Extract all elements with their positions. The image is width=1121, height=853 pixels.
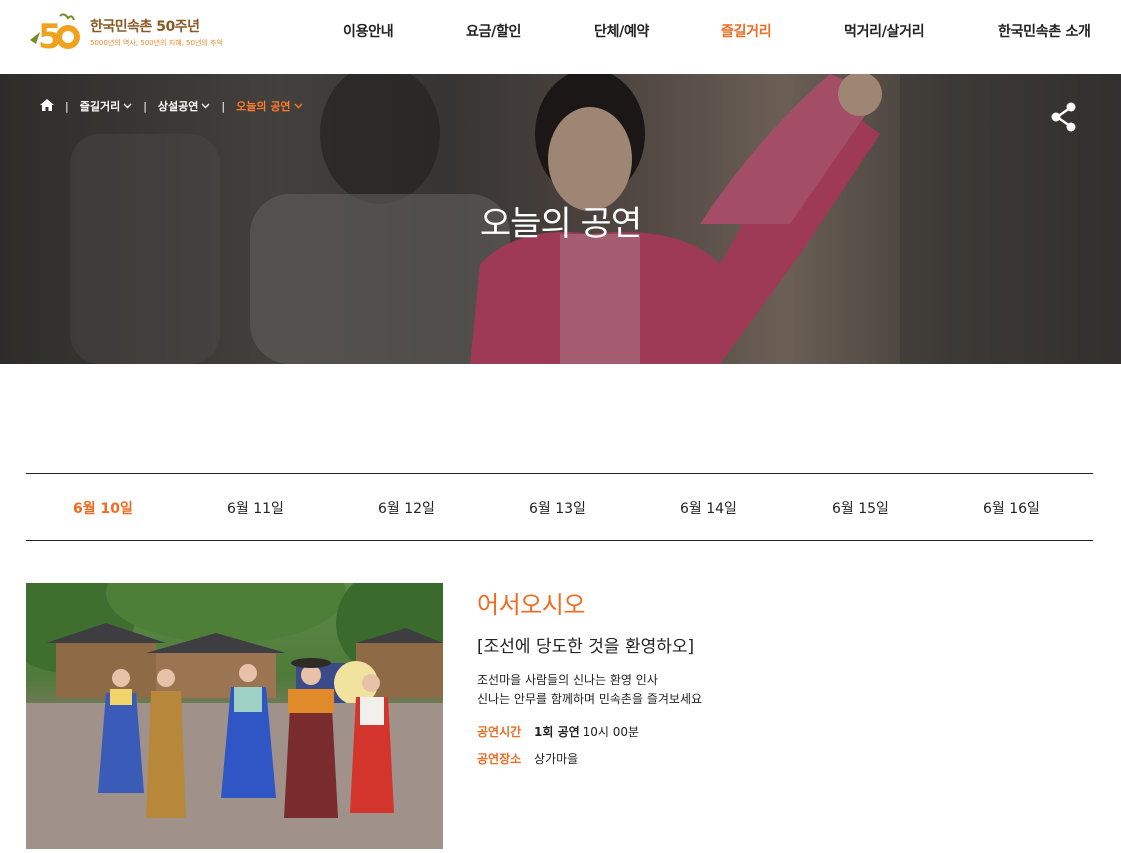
show-time-label: 공연시간 [477,725,522,739]
tab-date-5[interactable]: 6월 14일 [680,498,737,518]
show-place-row: 공연장소 상가마을 [477,750,1077,767]
chevron-down-icon [294,103,303,109]
chevron-down-icon [123,103,132,109]
tab-date-6[interactable]: 6월 15일 [832,498,889,518]
tab-date-1[interactable]: 6월 10일 [73,498,133,518]
share-icon[interactable] [1050,102,1078,132]
main-nav: 이용안내 요금/할인 단체/예약 즐길거리 먹거리/살거리 한국민속촌 소개 [0,21,1121,43]
nav-item-food-shop[interactable]: 먹거리/살거리 [844,21,925,41]
date-tabs: 6월 10일 6월 11일 6월 12일 6월 13일 6월 14일 6월 15… [26,473,1093,541]
nav-item-about[interactable]: 한국민속촌 소개 [998,21,1091,41]
show-time-value: 10시 00분 [582,725,640,739]
nav-item-fees[interactable]: 요금/할인 [466,21,521,41]
tab-date-4[interactable]: 6월 13일 [529,498,586,518]
show-time-row: 공연시간 1회 공연 10시 00분 [477,723,1077,740]
show-description: 조선마을 사람들의 신나는 환영 인사 신나는 안무를 함께하며 민속촌을 즐겨… [477,671,1077,709]
nav-item-guide[interactable]: 이용안내 [343,21,394,41]
show-photo [26,583,443,849]
nav-item-attractions[interactable]: 즐길거리 [721,21,772,41]
home-icon[interactable] [40,98,54,114]
show-description-line: 신나는 안무를 함께하며 민속촌을 즐겨보세요 [477,692,703,706]
page-title: 오늘의 공연 [479,204,642,244]
hero-banner: | 즐길거리 | 상설공연 | 오늘의 공연 오늘의 공연 [0,74,1121,364]
breadcrumb: | 즐길거리 | 상설공연 | 오늘의 공연 [40,98,303,114]
nav-item-group[interactable]: 단체/예약 [594,21,649,41]
breadcrumb-item-regular-shows[interactable]: 상설공연 [158,98,210,114]
show-round: 1회 공연 [534,725,580,739]
show-place-value: 상가마을 [534,752,579,766]
show-place-label: 공연장소 [477,752,522,766]
show-subtitle: [조선에 당도한 것을 환영하오] [477,637,695,657]
chevron-down-icon [201,103,210,109]
tab-date-7[interactable]: 6월 16일 [983,498,1040,518]
tab-date-2[interactable]: 6월 11일 [227,498,284,518]
show-description-line: 조선마을 사람들의 신나는 환영 인사 [477,673,658,687]
show-title: 어서오시오 [477,591,585,619]
breadcrumb-item-today-show[interactable]: 오늘의 공연 [236,98,303,114]
tab-date-3[interactable]: 6월 12일 [378,498,435,518]
site-header: 5 한국민속촌 50주년 5000년의 역사, 500년의 지혜, 50년의 추… [0,0,1121,74]
breadcrumb-item-attractions[interactable]: 즐길거리 [80,98,132,114]
show-details: 어서오시오 [조선에 당도한 것을 환영하오] 조선마을 사람들의 신나는 환영… [477,585,1077,767]
